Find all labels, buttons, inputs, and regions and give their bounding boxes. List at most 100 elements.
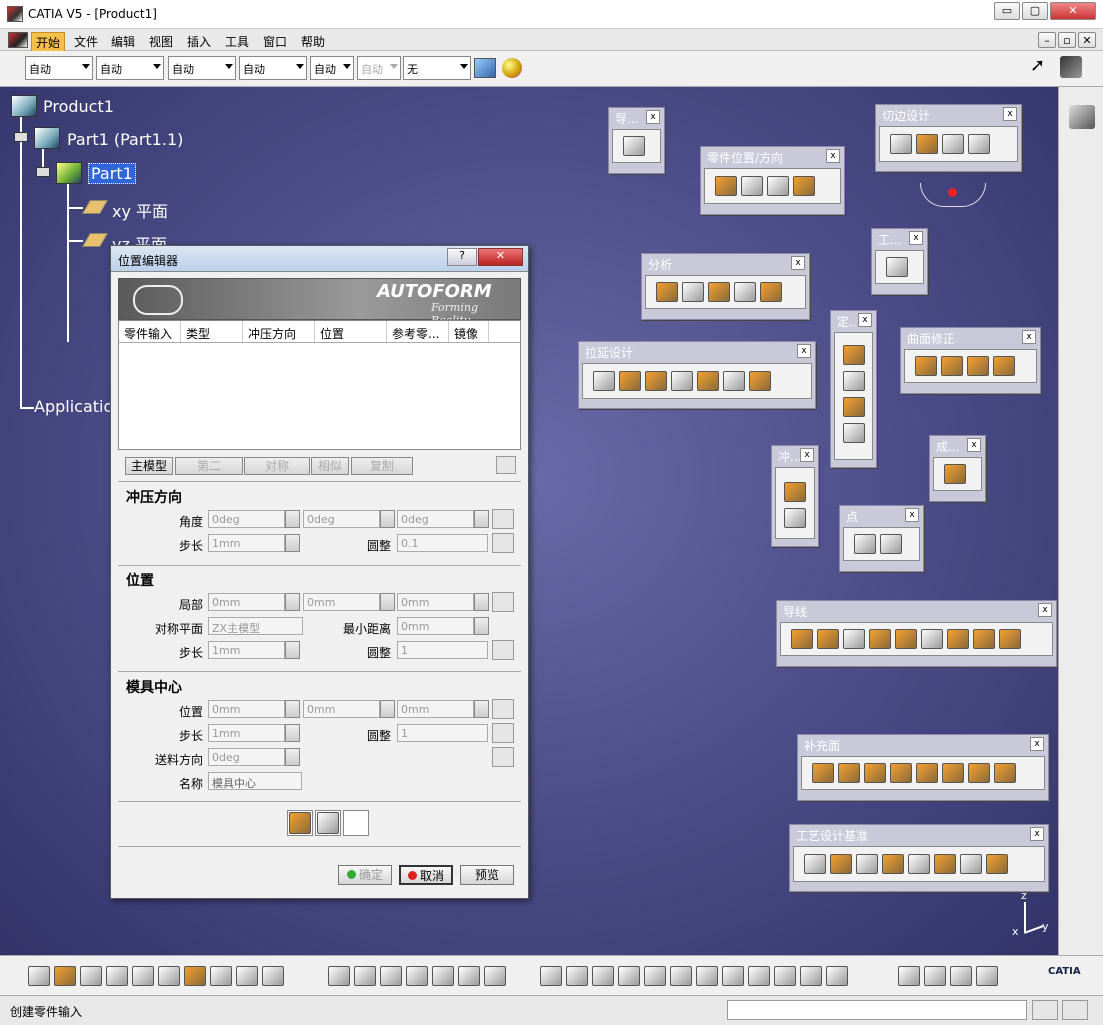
flange-icon[interactable] bbox=[916, 134, 938, 154]
angle-spinner-3[interactable] bbox=[474, 510, 489, 528]
addendum-icon-7[interactable] bbox=[968, 763, 990, 783]
paste-icon[interactable] bbox=[184, 966, 206, 986]
menu-help[interactable]: 帮助 bbox=[297, 32, 329, 51]
guideline-icon-3[interactable] bbox=[843, 629, 865, 649]
part-input-icon[interactable] bbox=[715, 176, 737, 196]
angle-spinner-2[interactable] bbox=[380, 510, 395, 528]
lock-icon[interactable] bbox=[458, 966, 480, 986]
press-direction-icon[interactable] bbox=[741, 176, 763, 196]
define-icon-4[interactable] bbox=[842, 423, 865, 443]
surface-fix-icon-2[interactable] bbox=[941, 356, 963, 376]
rendering-style-select[interactable]: 自动 bbox=[357, 56, 401, 80]
guideline-icon-2[interactable] bbox=[817, 629, 839, 649]
tab-main-model[interactable]: 主模型 bbox=[125, 457, 173, 475]
point-icon-1[interactable] bbox=[854, 534, 876, 554]
apply-round-icon[interactable] bbox=[492, 723, 514, 743]
palette-analysis[interactable]: 分析 x bbox=[641, 253, 810, 320]
datum-icon-3[interactable] bbox=[856, 854, 878, 874]
addendum-icon-3[interactable] bbox=[864, 763, 886, 783]
local-input-1[interactable]: 0mm bbox=[208, 593, 285, 611]
sym-plane-select[interactable]: ZX主模型 bbox=[208, 617, 303, 635]
stretch-icon-6[interactable] bbox=[723, 371, 745, 391]
table-icon[interactable] bbox=[406, 966, 428, 986]
punch-icon-2[interactable] bbox=[784, 508, 806, 528]
guideline-icon-6[interactable] bbox=[921, 629, 943, 649]
analysis-icon-4[interactable] bbox=[734, 282, 756, 302]
addendum-icon-4[interactable] bbox=[890, 763, 912, 783]
print-icon[interactable] bbox=[106, 966, 128, 986]
addendum-icon-8[interactable] bbox=[994, 763, 1016, 783]
collapse-icon[interactable] bbox=[14, 132, 28, 142]
color-select[interactable]: 自动 bbox=[25, 56, 93, 80]
palette-close-button[interactable]: x bbox=[1003, 107, 1017, 121]
palette-addendum[interactable]: 补充面 x bbox=[797, 734, 1049, 801]
palette-punch[interactable]: 冲... x bbox=[771, 445, 819, 547]
cut-icon[interactable] bbox=[132, 966, 154, 986]
die-position-spinner-1[interactable] bbox=[285, 700, 300, 718]
palette-process-datum[interactable]: 工艺设计基准 x bbox=[789, 824, 1049, 892]
catalog-icon[interactable] bbox=[924, 966, 946, 986]
transparency-select[interactable]: 自动 bbox=[96, 56, 164, 80]
hide-show-icon[interactable] bbox=[800, 966, 822, 986]
palette-close-button[interactable]: x bbox=[646, 110, 660, 124]
analysis-icon-5[interactable] bbox=[760, 282, 782, 302]
local-input-3[interactable]: 0mm bbox=[397, 593, 474, 611]
swap-space-icon[interactable] bbox=[826, 966, 848, 986]
navigate-icon[interactable] bbox=[623, 136, 645, 156]
round-select[interactable]: 1 bbox=[397, 724, 488, 742]
step-spinner[interactable] bbox=[285, 641, 300, 659]
forming-icon[interactable] bbox=[944, 464, 966, 484]
stretch-icon-5[interactable] bbox=[697, 371, 719, 391]
stretch-icon-7[interactable] bbox=[749, 371, 771, 391]
part-input-table[interactable]: 零件输入 类型 冲压方向 位置 参考零... 镜像 bbox=[118, 320, 521, 450]
menu-insert[interactable]: 插入 bbox=[183, 32, 215, 51]
round-select[interactable]: 0.1 bbox=[397, 534, 488, 552]
analyze-icon[interactable] bbox=[315, 810, 341, 836]
round-select[interactable]: 1 bbox=[397, 641, 488, 659]
palette-edge-design[interactable]: 切边设计 x bbox=[875, 104, 1022, 172]
rotate-icon[interactable] bbox=[618, 966, 640, 986]
stretch-icon-2[interactable] bbox=[619, 371, 641, 391]
palette-forming[interactable]: 成... x bbox=[929, 435, 986, 502]
menu-tools[interactable]: 工具 bbox=[221, 32, 253, 51]
palette-close-button[interactable]: x bbox=[905, 508, 919, 522]
tree-part-instance[interactable]: Part1 (Part1.1) bbox=[67, 130, 183, 149]
point-symbol-select[interactable]: 自动 bbox=[310, 56, 354, 80]
whats-this-icon[interactable] bbox=[262, 966, 284, 986]
datum-icon-2[interactable] bbox=[830, 854, 852, 874]
step-spinner[interactable] bbox=[285, 534, 300, 552]
feed-direction-pick-icon[interactable] bbox=[492, 747, 514, 767]
palette-close-button[interactable]: x bbox=[1038, 603, 1052, 617]
material-icon[interactable] bbox=[502, 58, 522, 78]
analysis-icon-1[interactable] bbox=[656, 282, 678, 302]
unfold-icon[interactable] bbox=[968, 134, 990, 154]
local-spinner-1[interactable] bbox=[285, 593, 300, 611]
define-icon-1[interactable] bbox=[842, 345, 865, 365]
shading-icon[interactable] bbox=[774, 966, 796, 986]
guideline-icon-5[interactable] bbox=[895, 629, 917, 649]
fly-icon[interactable] bbox=[540, 966, 562, 986]
col-mirror[interactable]: 镜像 bbox=[449, 321, 489, 342]
tree-part-selected[interactable]: Part1 bbox=[88, 163, 136, 184]
tab-copy[interactable]: 复制 bbox=[351, 457, 413, 475]
tab-similar[interactable]: 相似 bbox=[311, 457, 349, 475]
command-input[interactable] bbox=[727, 1000, 1027, 1020]
direction-pick-icon[interactable] bbox=[492, 509, 514, 529]
define-icon-2[interactable] bbox=[842, 371, 865, 391]
dialog-close-button[interactable]: ✕ bbox=[478, 248, 523, 266]
globe-icon[interactable] bbox=[898, 966, 920, 986]
local-spinner-3[interactable] bbox=[474, 593, 489, 611]
palette-define[interactable]: 定... x bbox=[830, 310, 877, 468]
datum-icon-4[interactable] bbox=[882, 854, 904, 874]
palette-part-position[interactable]: 零件位置/方向 x bbox=[700, 146, 845, 215]
stretch-icon-3[interactable] bbox=[645, 371, 667, 391]
normal-view-icon[interactable] bbox=[696, 966, 718, 986]
comment-icon[interactable] bbox=[354, 966, 376, 986]
tab-symmetric[interactable]: 对称 bbox=[244, 457, 310, 475]
menu-file[interactable]: 文件 bbox=[70, 32, 102, 51]
col-part-input[interactable]: 零件输入 bbox=[119, 321, 181, 342]
step-input[interactable]: 1mm bbox=[208, 724, 285, 742]
angle-input-3[interactable]: 0deg bbox=[397, 510, 474, 528]
die-position-input-2[interactable]: 0mm bbox=[303, 700, 380, 718]
position-pick-icon[interactable] bbox=[492, 592, 514, 612]
